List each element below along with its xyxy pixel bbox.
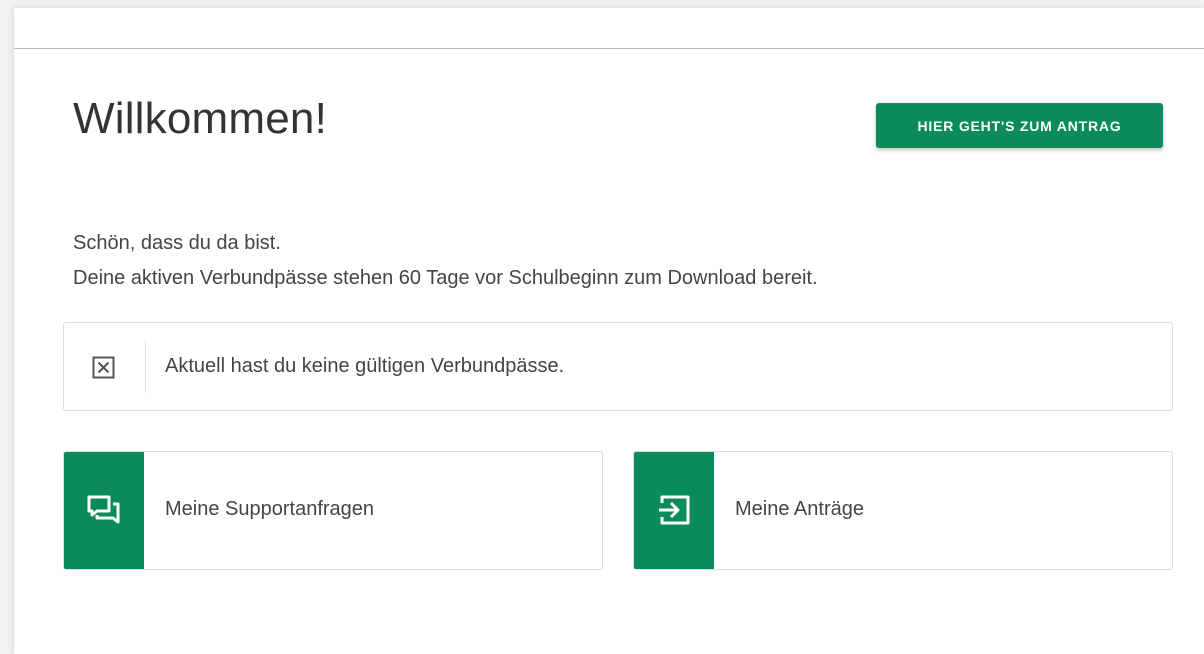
close-box-icon [92, 356, 115, 379]
top-bar [14, 8, 1204, 49]
page-title: Willkommen! [73, 94, 327, 143]
tile-label: Meine Supportanfragen [165, 498, 375, 520]
tile-icon-box [64, 452, 144, 569]
intro-line-info: Deine aktiven Verbundpässe stehen 60 Tag… [73, 267, 818, 289]
notice-divider [145, 341, 146, 393]
tile-label: Meine Anträge [735, 498, 864, 520]
apply-button[interactable]: HIER GEHT'S ZUM ANTRAG [876, 103, 1163, 148]
my-applications-tile[interactable]: Meine Anträge [633, 451, 1173, 570]
tile-icon-box [634, 452, 714, 569]
main-page: Willkommen! HIER GEHT'S ZUM ANTRAG Schön… [14, 8, 1204, 654]
login-arrow-icon [659, 495, 690, 525]
support-requests-tile[interactable]: Meine Supportanfragen [63, 451, 603, 570]
intro-text: Schön, dass du da bist. Deine aktiven Ve… [73, 226, 818, 296]
no-passes-notice: Aktuell hast du keine gültigen Verbundpä… [63, 322, 1173, 411]
chat-bubbles-icon [87, 495, 120, 524]
notice-text: Aktuell hast du keine gültigen Verbundpä… [165, 355, 565, 377]
intro-line-greeting: Schön, dass du da bist. [73, 232, 281, 254]
